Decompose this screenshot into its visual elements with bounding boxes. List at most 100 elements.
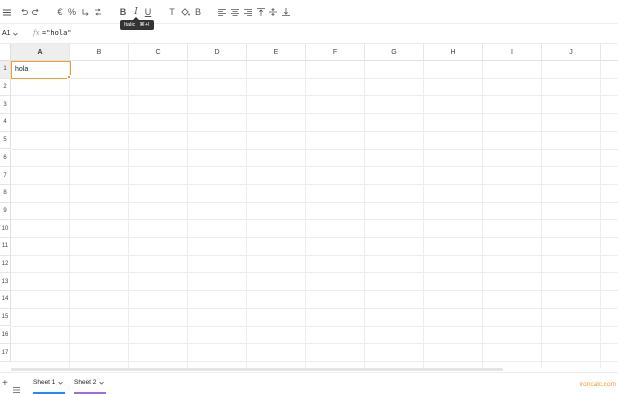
horizontal-scrollbar[interactable]: [11, 368, 503, 371]
row-header-1[interactable]: 1: [0, 61, 11, 79]
cell-reference-selector[interactable]: A1: [2, 30, 18, 37]
row-gridline: [11, 130, 618, 132]
select-all-corner[interactable]: [0, 44, 11, 61]
row-gridline: [11, 77, 618, 79]
underline-glyph: U: [144, 7, 152, 17]
row-header-17[interactable]: 17: [0, 344, 11, 362]
row-header-15[interactable]: 15: [0, 308, 11, 327]
menu-icon[interactable]: [2, 5, 12, 19]
column-header-overflow[interactable]: [601, 44, 618, 61]
align-center-icon[interactable]: [230, 5, 240, 19]
row-gridline: [11, 272, 618, 274]
column-header-j[interactable]: J: [542, 44, 601, 61]
sheet-tab-1[interactable]: Sheet 1: [33, 379, 64, 386]
row-header-6[interactable]: 6: [0, 149, 11, 168]
row-gridline: [11, 183, 618, 185]
formula-bar: A1 fx ="hola": [0, 24, 618, 44]
italic-glyph: I: [134, 7, 138, 17]
chevron-down-icon: [12, 32, 18, 36]
sheet-tab-label: Sheet 2: [74, 379, 97, 386]
column-header-a[interactable]: A: [11, 44, 70, 61]
decrease-decimals-icon[interactable]: [80, 5, 90, 19]
column-gridline: [423, 61, 424, 368]
column-gridline: [364, 61, 365, 368]
row-gridline: [11, 237, 618, 238]
row-header-12[interactable]: 12: [0, 255, 11, 274]
column-header-e[interactable]: E: [247, 44, 306, 61]
column-header-c[interactable]: C: [129, 44, 188, 61]
column-gridline: [246, 61, 247, 368]
row-gridline: [11, 148, 618, 150]
column-header-f[interactable]: F: [306, 44, 365, 61]
row-gridline: [11, 307, 618, 309]
chevron-down-icon: [58, 381, 64, 385]
row-header-10[interactable]: 10: [0, 220, 11, 238]
underline-icon[interactable]: U: [143, 5, 153, 19]
row-header-16[interactable]: 16: [0, 326, 11, 345]
toolbar: € % B I U T B Italic ⌘+I: [0, 0, 618, 30]
currency-format-glyph: €: [57, 7, 63, 17]
row-header-11[interactable]: 11: [0, 238, 11, 256]
row-header-2[interactable]: 2: [0, 78, 11, 97]
valign-top-icon[interactable]: [256, 5, 266, 19]
undo-icon[interactable]: [19, 5, 29, 19]
text-color-icon[interactable]: T: [167, 5, 177, 19]
row-header-3[interactable]: 3: [0, 96, 11, 115]
column-gridline: [128, 61, 129, 368]
fill-handle[interactable]: [67, 75, 71, 79]
column-gridline: [69, 61, 70, 368]
column-gridline: [482, 61, 483, 368]
valign-bottom-icon[interactable]: [281, 5, 291, 19]
column-gridline: [305, 61, 306, 368]
row-gridline: [11, 343, 618, 345]
column-header-d[interactable]: D: [188, 44, 247, 61]
sheet-tab-2[interactable]: Sheet 2: [74, 379, 105, 386]
row-header-14[interactable]: 14: [0, 291, 11, 309]
row-gridline: [11, 113, 618, 115]
sheet-list-icon[interactable]: [13, 380, 20, 394]
spreadsheet-grid[interactable]: ABCDEFGHIJ 1 2 3 4 5 6 7 8 9 10 11 12 13 14 15 16 17 hol…: [0, 44, 618, 368]
borders-glyph: B: [194, 7, 201, 17]
column-header-g[interactable]: G: [365, 44, 424, 61]
formula-input[interactable]: ="hola": [42, 29, 72, 37]
column-gridline: [187, 61, 188, 368]
row-header-5[interactable]: 5: [0, 131, 11, 150]
bold-icon[interactable]: B: [118, 5, 128, 19]
bold-glyph: B: [119, 7, 127, 17]
align-left-icon[interactable]: [217, 5, 227, 19]
row-gridline: [11, 166, 618, 168]
row-header-4[interactable]: 4: [0, 114, 11, 132]
row-header-13[interactable]: 13: [0, 273, 11, 292]
row-header-8[interactable]: 8: [0, 184, 11, 203]
valign-middle-icon[interactable]: [268, 5, 278, 19]
row-header-9[interactable]: 9: [0, 202, 11, 221]
column-gridline: [600, 61, 601, 368]
row-gridline: [11, 201, 618, 203]
column-header-i[interactable]: I: [483, 44, 542, 61]
redo-icon[interactable]: [31, 5, 41, 19]
brand-link[interactable]: ironcalc.com: [580, 381, 616, 388]
borders-icon[interactable]: B: [193, 5, 203, 19]
column-gridline: [541, 61, 542, 368]
text-color-glyph: T: [169, 7, 175, 17]
add-sheet-icon[interactable]: +: [2, 379, 8, 389]
currency-format-icon[interactable]: €: [55, 5, 65, 19]
percent-format-icon[interactable]: %: [67, 5, 77, 19]
fill-color-icon[interactable]: [180, 5, 190, 19]
column-header-b[interactable]: B: [70, 44, 129, 61]
percent-format-glyph: %: [67, 7, 76, 17]
row-gridline: [11, 360, 618, 362]
row-gridline: [11, 254, 618, 256]
row-gridline: [11, 325, 618, 327]
align-right-icon[interactable]: [243, 5, 253, 19]
increase-decimals-icon[interactable]: [93, 5, 103, 19]
sheet-bar: + Sheet 1 Sheet 2 ironcalc.com: [0, 372, 618, 394]
row-gridline: [11, 290, 618, 292]
cell-reference: A1: [2, 30, 11, 37]
cell-selection: [11, 61, 71, 79]
column-header-h[interactable]: H: [424, 44, 483, 61]
row-gridline: [11, 219, 618, 221]
fx-icon: fx: [33, 29, 40, 37]
row-header-7[interactable]: 7: [0, 167, 11, 185]
row-gridline: [11, 95, 618, 97]
